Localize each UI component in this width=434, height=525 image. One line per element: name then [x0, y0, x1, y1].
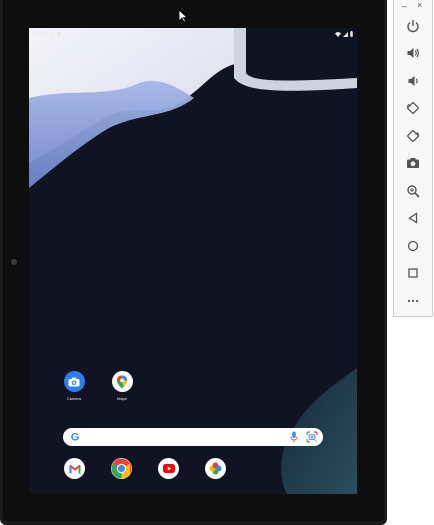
- more-dots-icon: [407, 299, 419, 303]
- back-triangle-icon: [408, 212, 418, 224]
- wifi-icon: [335, 31, 341, 37]
- dock-app-chrome[interactable]: [111, 458, 132, 479]
- zoom-icon: [407, 185, 420, 198]
- microphone-icon[interactable]: [290, 431, 298, 443]
- device-screen[interactable]: 12:40 Wed, Dec 7 Camera Maps G: [29, 28, 357, 494]
- volume-down-icon: [408, 76, 418, 86]
- power-icon: [407, 20, 419, 33]
- app-camera[interactable]: Camera: [54, 371, 94, 401]
- notification-file-icon: [56, 31, 61, 37]
- rotate-right-icon: [407, 130, 420, 142]
- photos-icon: [209, 462, 222, 475]
- home-button[interactable]: [403, 236, 423, 256]
- close-button[interactable]: ×: [417, 0, 422, 10]
- camera-icon: [407, 158, 419, 168]
- status-time: 12:40: [33, 31, 46, 37]
- dock-app-youtube[interactable]: [158, 458, 179, 479]
- mouse-cursor-icon: [178, 9, 188, 23]
- google-logo-letter: G: [71, 432, 80, 444]
- gmail-icon: [69, 464, 80, 473]
- app-label-maps: Maps: [117, 396, 127, 401]
- google-lens-icon[interactable]: [306, 431, 318, 443]
- app-label-camera: Camera: [66, 396, 82, 401]
- emulator-toolbar: – ×: [393, 0, 433, 317]
- battery-icon: [350, 31, 353, 37]
- chrome-icon: [111, 458, 132, 479]
- rotate-right-button[interactable]: [403, 126, 423, 146]
- maps-icon: [111, 371, 133, 392]
- volume-up-icon: [407, 48, 419, 58]
- minimize-button[interactable]: –: [402, 1, 407, 11]
- settings-gear-icon: [48, 31, 54, 37]
- wallpaper: [29, 28, 357, 494]
- app-maps[interactable]: Maps: [102, 371, 142, 401]
- back-button[interactable]: [403, 208, 423, 228]
- dock-app-photos[interactable]: [205, 458, 226, 479]
- overview-button[interactable]: [403, 263, 423, 283]
- front-camera-dot: [11, 259, 17, 265]
- zoom-button[interactable]: [403, 181, 423, 201]
- home-date-widget[interactable]: Wed, Dec 7: [64, 58, 100, 65]
- power-button[interactable]: [403, 16, 423, 36]
- volume-down-button[interactable]: [403, 71, 423, 91]
- volume-up-button[interactable]: [403, 43, 423, 63]
- more-button[interactable]: [403, 291, 423, 311]
- status-bar: 12:40: [29, 28, 357, 40]
- signal-icon: [343, 31, 348, 37]
- overview-square-icon: [408, 268, 418, 278]
- youtube-icon: [162, 464, 175, 473]
- rotate-left-button[interactable]: [403, 98, 423, 118]
- camera-icon: [63, 371, 85, 392]
- google-search-bar[interactable]: G: [63, 428, 323, 446]
- screenshot-button[interactable]: [403, 153, 423, 173]
- rotate-left-icon: [406, 102, 419, 114]
- dock-app-gmail[interactable]: [64, 458, 85, 479]
- home-circle-icon: [407, 240, 419, 252]
- toolbar-window-controls: – ×: [394, 0, 432, 12]
- google-logo-icon: G: [71, 432, 80, 444]
